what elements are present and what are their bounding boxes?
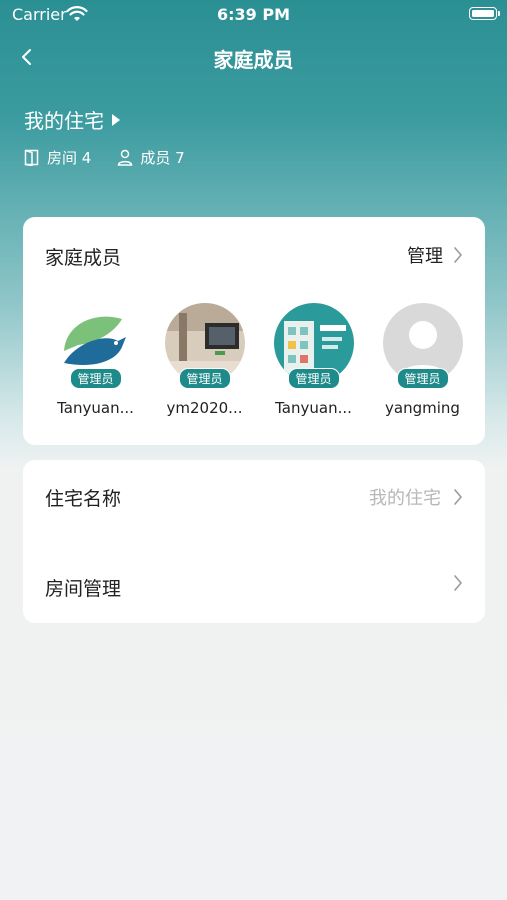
home-settings-card: 住宅名称 我的住宅 房间管理 bbox=[23, 460, 485, 623]
home-stats: 房间 4 成员 7 bbox=[24, 147, 211, 168]
chevron-right-icon bbox=[454, 489, 462, 505]
room-management-label: 房间管理 bbox=[45, 578, 122, 600]
room-management-chevron-group bbox=[453, 574, 463, 592]
member-item[interactable]: 管理员 Tanyuan... bbox=[259, 303, 368, 417]
home-name-value: 我的住宅 bbox=[369, 488, 441, 509]
member-item[interactable]: 管理员 yangming bbox=[368, 303, 477, 417]
member-name: Tanyuan... bbox=[57, 399, 134, 417]
home-name: 我的住宅 bbox=[24, 109, 104, 133]
manage-label: 管理 bbox=[407, 246, 443, 267]
person-icon bbox=[118, 149, 133, 166]
battery-icon bbox=[469, 7, 500, 20]
page-title: 家庭成员 bbox=[213, 48, 294, 72]
member-name: Tanyuan... bbox=[275, 399, 352, 417]
admin-badge: 管理员 bbox=[178, 368, 231, 389]
admin-badge: 管理员 bbox=[396, 368, 449, 389]
manage-button[interactable]: 管理 bbox=[407, 242, 463, 268]
avatar: 管理员 bbox=[164, 303, 245, 389]
home-name-value-group: 我的住宅 bbox=[369, 484, 463, 510]
caret-right-icon bbox=[112, 113, 120, 126]
chevron-right-icon bbox=[454, 247, 462, 263]
chevron-right-icon bbox=[454, 575, 462, 591]
rooms-stat: 房间 4 bbox=[24, 147, 91, 168]
member-item[interactable]: 管理员 ym2020... bbox=[150, 303, 259, 417]
home-selector[interactable]: 我的住宅 bbox=[24, 105, 120, 134]
admin-badge: 管理员 bbox=[69, 368, 122, 389]
door-icon bbox=[24, 149, 39, 166]
status-bar: Carrier 6:39 PM bbox=[0, 0, 507, 30]
members-count: 成员 7 bbox=[140, 149, 185, 167]
member-list: 管理员 Tanyuan... 管理员 ym2020... 管理员 Tanyuan… bbox=[41, 303, 481, 417]
members-stat: 成员 7 bbox=[117, 147, 185, 168]
home-name-row[interactable]: 住宅名称 我的住宅 bbox=[23, 460, 485, 532]
admin-badge: 管理员 bbox=[287, 368, 340, 389]
rooms-count: 房间 4 bbox=[47, 149, 92, 167]
member-name: ym2020... bbox=[166, 399, 243, 417]
members-card: 家庭成员 管理 管理员 Tanyuan... 管理员 ym2020... 管理员… bbox=[23, 217, 485, 445]
members-card-title: 家庭成员 bbox=[45, 247, 122, 269]
member-item[interactable]: 管理员 Tanyuan... bbox=[41, 303, 150, 417]
avatar: 管理员 bbox=[382, 303, 463, 389]
avatar: 管理员 bbox=[55, 303, 136, 389]
home-name-label: 住宅名称 bbox=[45, 488, 122, 510]
clock: 6:39 PM bbox=[216, 5, 290, 24]
room-management-row[interactable]: 房间管理 bbox=[23, 550, 485, 622]
avatar: 管理员 bbox=[273, 303, 354, 389]
member-name: yangming bbox=[385, 399, 460, 417]
